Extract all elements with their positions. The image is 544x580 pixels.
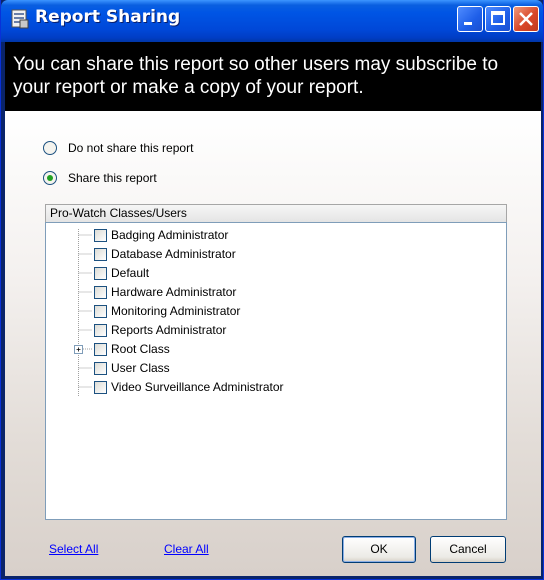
item-checkbox[interactable]: [94, 381, 107, 394]
item-label: Default: [111, 266, 150, 280]
expand-plus-icon[interactable]: [74, 345, 83, 354]
info-banner: You can share this report so other users…: [5, 42, 541, 111]
item-checkbox[interactable]: [94, 362, 107, 375]
item-label: Monitoring Administrator: [111, 304, 241, 318]
do-not-share-label[interactable]: Do not share this report: [68, 141, 193, 155]
item-label: User Class: [111, 361, 170, 375]
maximize-icon: [491, 11, 505, 25]
item-checkbox[interactable]: [94, 305, 107, 318]
clear-all-link[interactable]: Clear All: [164, 542, 209, 556]
window-title: Report Sharing: [35, 7, 181, 27]
maximize-button[interactable]: [485, 6, 511, 32]
item-label: Reports Administrator: [111, 323, 227, 337]
item-label: Root Class: [111, 342, 170, 356]
classes-panel-header: Pro-Watch Classes/Users: [45, 204, 507, 222]
item-checkbox[interactable]: [94, 267, 107, 280]
report-sharing-window: Report Sharing You can share this report…: [0, 0, 544, 580]
item-label: Database Administrator: [111, 247, 236, 261]
radio-selected-dot: [47, 175, 53, 181]
title-bar[interactable]: Report Sharing: [1, 0, 543, 42]
minimize-icon: [464, 22, 472, 25]
share-report-radio[interactable]: [43, 171, 57, 185]
minimize-button[interactable]: [457, 6, 483, 32]
select-all-link[interactable]: Select All: [49, 542, 98, 556]
item-checkbox[interactable]: [94, 324, 107, 337]
share-report-label[interactable]: Share this report: [68, 171, 157, 185]
cancel-button[interactable]: Cancel: [430, 536, 506, 563]
item-checkbox[interactable]: [94, 248, 107, 261]
item-checkbox[interactable]: [94, 286, 107, 299]
close-button[interactable]: [513, 6, 539, 32]
item-checkbox[interactable]: [94, 343, 107, 356]
banner-text: You can share this report so other users…: [13, 54, 499, 98]
close-icon: [519, 12, 533, 26]
report-app-icon: [11, 9, 29, 29]
do-not-share-radio[interactable]: [43, 141, 57, 155]
item-checkbox[interactable]: [94, 229, 107, 242]
classes-tree[interactable]: Badging Administrator Database Administr…: [45, 222, 507, 520]
item-label: Hardware Administrator: [111, 285, 237, 299]
ok-button[interactable]: OK: [342, 536, 416, 563]
item-label: Badging Administrator: [111, 228, 229, 242]
item-label: Video Surveillance Administrator: [111, 380, 284, 394]
